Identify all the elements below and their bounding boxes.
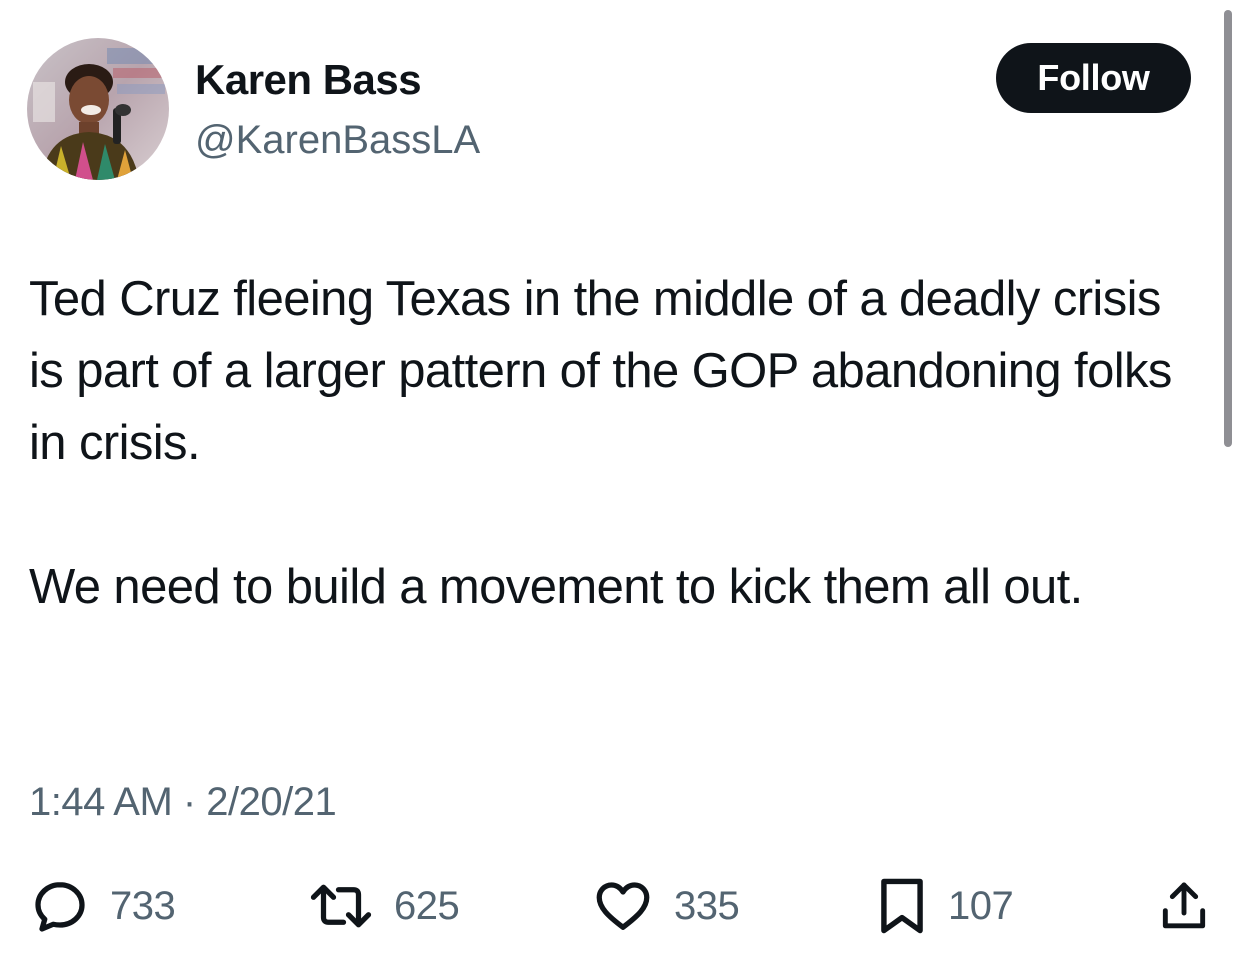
- bookmark-count: 107: [948, 883, 1014, 928]
- reply-icon: [35, 882, 85, 932]
- tweet-timestamp[interactable]: 1:44 AM · 2/20/21: [29, 778, 337, 826]
- retweet-icon: [310, 884, 372, 928]
- reply-count: 733: [110, 883, 176, 928]
- retweet-button[interactable]: 625: [308, 876, 460, 936]
- share-icon: [1162, 882, 1206, 929]
- share-button[interactable]: [1156, 876, 1212, 936]
- tweet-paragraph: Ted Cruz fleeing Texas in the middle of …: [29, 272, 1172, 470]
- bookmark-icon: [881, 878, 923, 934]
- like-button[interactable]: 335: [592, 876, 740, 936]
- follow-button[interactable]: Follow: [996, 43, 1191, 113]
- profile-photo: [27, 38, 169, 180]
- tweet-text: Ted Cruz fleeing Texas in the middle of …: [29, 263, 1199, 623]
- scrollbar[interactable]: [1224, 10, 1232, 447]
- retweet-count: 625: [394, 883, 460, 928]
- heart-icon: [596, 882, 650, 930]
- tweet-paragraph: We need to build a movement to kick them…: [29, 560, 1083, 614]
- reply-button[interactable]: 733: [30, 876, 176, 936]
- author-name[interactable]: Karen Bass: [195, 56, 422, 104]
- author-handle[interactable]: @KarenBassLA: [195, 116, 480, 164]
- like-count: 335: [674, 883, 740, 928]
- avatar[interactable]: [27, 38, 169, 180]
- bookmark-button[interactable]: 107: [876, 876, 1014, 936]
